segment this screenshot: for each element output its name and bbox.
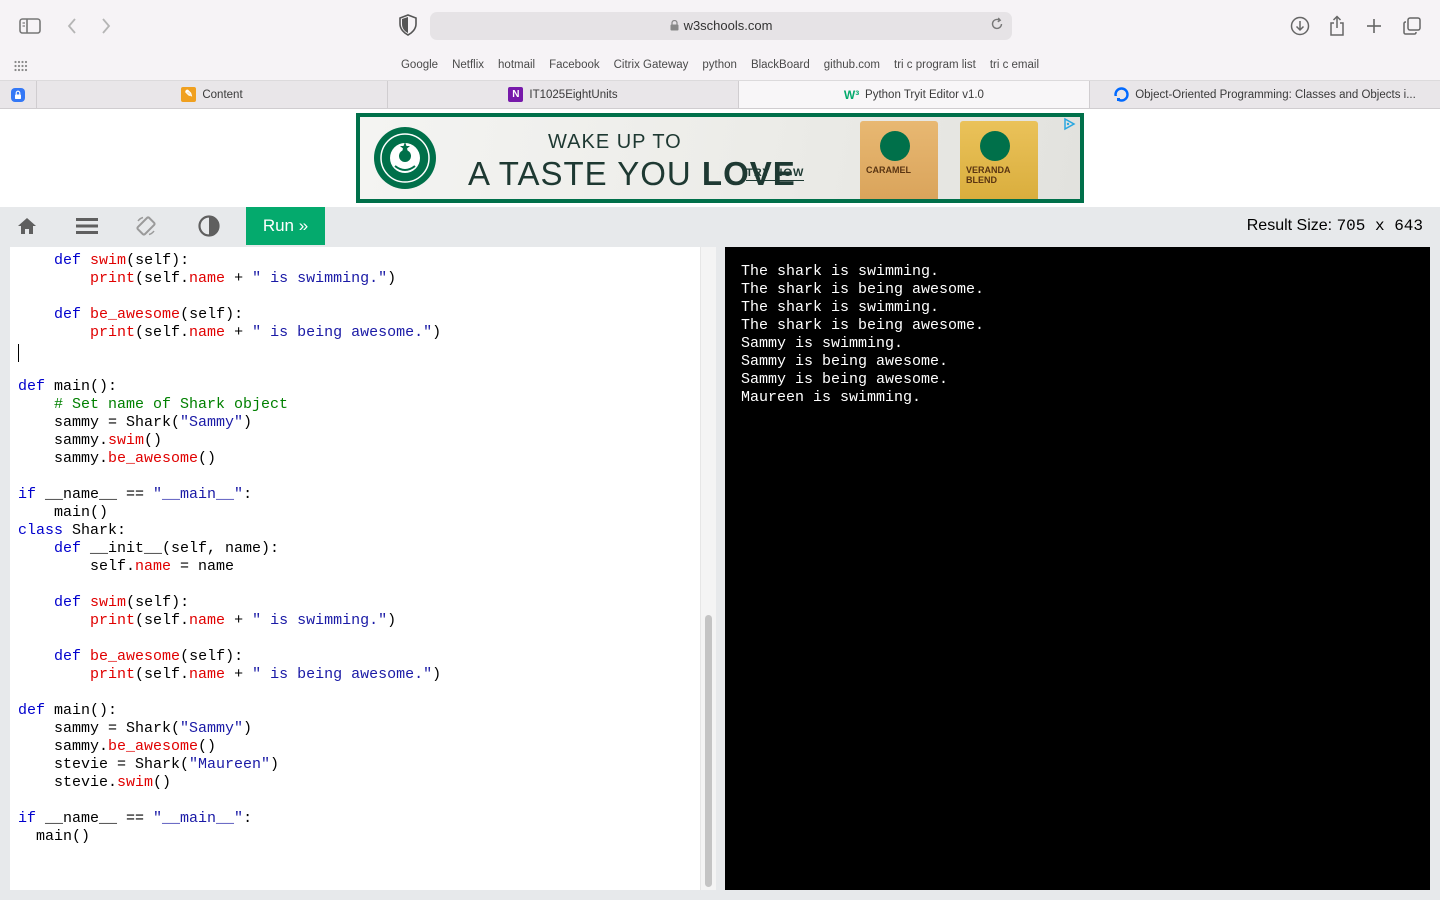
starbucks-logo-icon: [980, 131, 1010, 161]
code-line[interactable]: def main():: [18, 378, 117, 395]
tab-content[interactable]: ✎ Content: [37, 81, 388, 108]
adchoices-icon[interactable]: [1062, 117, 1078, 131]
code-text[interactable]: def swim(self): print(self.name + " is s…: [18, 252, 441, 846]
address-url: w3schools.com: [683, 18, 773, 33]
tab-label: Content: [202, 88, 243, 101]
ad-try-now-link[interactable]: TRY NOW: [746, 167, 805, 181]
code-line[interactable]: def main():: [18, 702, 117, 719]
code-editor[interactable]: def swim(self): print(self.name + " is s…: [10, 247, 715, 890]
bookmark-blackboard[interactable]: BlackBoard: [751, 59, 810, 71]
code-line[interactable]: def be_awesome(self):: [18, 648, 243, 665]
code-line[interactable]: def be_awesome(self):: [18, 306, 243, 323]
code-line[interactable]: print(self.name + " is swimming."): [18, 612, 396, 629]
digitalocean-icon: [1114, 87, 1129, 102]
tab-label: Python Tryit Editor v1.0: [865, 88, 984, 101]
code-line[interactable]: self.name = name: [18, 558, 234, 575]
new-tab-icon[interactable]: [1360, 12, 1388, 40]
output-line: The shark is swimming.: [741, 263, 940, 280]
downloads-icon[interactable]: [1286, 12, 1314, 40]
code-line[interactable]: class Shark:: [18, 522, 126, 539]
tab-overview-icon[interactable]: [1398, 12, 1426, 40]
bookmark-google[interactable]: Google: [401, 59, 438, 71]
code-line[interactable]: sammy.be_awesome(): [18, 738, 216, 755]
code-line[interactable]: if __name__ == "__main__":: [18, 810, 252, 827]
starbucks-ad-banner[interactable]: WAKE UP TO A TASTE YOU LOVE TRY NOW CARA…: [356, 113, 1084, 203]
lock-icon: [670, 19, 679, 34]
address-bar[interactable]: w3schools.com: [430, 12, 1012, 40]
tab-python-tryit[interactable]: W³ Python Tryit Editor v1.0: [739, 81, 1090, 108]
code-line[interactable]: print(self.name + " is swimming."): [18, 270, 396, 287]
ad-headline-prefix: A TASTE YOU: [468, 155, 702, 192]
bookmark-tri-c-email[interactable]: tri c email: [990, 59, 1039, 71]
tab-label: Object-Oriented Programming: Classes and…: [1135, 88, 1416, 101]
result-size-display: Result Size: 705 x 643: [1247, 217, 1423, 235]
caramel-coffee-bag: CARAMEL: [860, 121, 938, 199]
text-cursor: [18, 344, 19, 362]
content-favicon: ✎: [181, 87, 197, 102]
code-line[interactable]: main(): [18, 828, 90, 845]
code-line[interactable]: def __init__(self, name):: [18, 540, 279, 557]
output-line: Sammy is swimming.: [741, 335, 904, 352]
bookmark-citrix-gateway[interactable]: Citrix Gateway: [614, 59, 689, 71]
code-line[interactable]: sammy.be_awesome(): [18, 450, 216, 467]
code-line[interactable]: sammy = Shark("Sammy"): [18, 414, 252, 431]
veranda-coffee-bag: VERANDA BLEND: [960, 121, 1038, 199]
code-line[interactable]: print(self.name + " is being awesome."): [18, 324, 441, 341]
output-text: The shark is swimming. The shark is bein…: [741, 263, 984, 407]
w3schools-icon: W³: [843, 87, 860, 102]
home-icon[interactable]: [4, 207, 50, 245]
rotate-layout-icon[interactable]: [123, 207, 169, 245]
reload-icon[interactable]: [990, 17, 1006, 33]
tab-oop-article[interactable]: Object-Oriented Programming: Classes and…: [1090, 81, 1440, 108]
bookmarks-bar: Google Netflix hotmail Facebook Citrix Gatew…: [0, 52, 1440, 81]
code-line[interactable]: if __name__ == "__main__":: [18, 486, 252, 503]
tab-label: IT1025EightUnits: [529, 88, 618, 101]
bookmark-hotmail[interactable]: hotmail: [498, 59, 535, 71]
starbucks-logo-icon: [880, 131, 910, 161]
code-line[interactable]: print(self.name + " is being awesome."): [18, 666, 441, 683]
code-line[interactable]: stevie.swim(): [18, 774, 171, 791]
output-line: Sammy is being awesome.: [741, 371, 949, 388]
bag-label: CARAMEL: [866, 165, 911, 175]
share-icon[interactable]: [1323, 12, 1351, 40]
onenote-icon: N: [508, 87, 524, 102]
code-scrollbar[interactable]: [700, 247, 716, 890]
ad-headline-top: WAKE UP TO: [548, 131, 682, 153]
tab-it1025[interactable]: N IT1025EightUnits: [388, 81, 739, 108]
scrollbar-thumb[interactable]: [705, 615, 712, 887]
privacy-shield-icon[interactable]: [398, 14, 418, 38]
bookmark-python[interactable]: python: [702, 59, 737, 71]
code-line[interactable]: sammy.swim(): [18, 432, 162, 449]
back-icon[interactable]: [58, 12, 86, 40]
dark-mode-icon[interactable]: [186, 207, 232, 245]
bookmark-tri-c-program-list[interactable]: tri c program list: [894, 59, 976, 71]
menu-icon[interactable]: [64, 207, 110, 245]
output-line: Sammy is being awesome.: [741, 353, 949, 370]
bookmark-github[interactable]: github.com: [824, 59, 880, 71]
bag-label: VERANDA BLEND: [966, 165, 1011, 185]
forward-icon[interactable]: [92, 12, 120, 40]
output-line: The shark is being awesome.: [741, 281, 985, 298]
code-line[interactable]: def swim(self):: [18, 594, 189, 611]
result-size-value: 705 x 643: [1336, 217, 1423, 235]
output-line: The shark is swimming.: [741, 299, 940, 316]
code-line[interactable]: stevie = Shark("Maureen"): [18, 756, 279, 773]
bookmark-facebook[interactable]: Facebook: [549, 59, 600, 71]
output-line: Maureen is swimming.: [741, 389, 922, 406]
starbucks-logo-icon: [374, 127, 436, 189]
code-line[interactable]: sammy = Shark("Sammy"): [18, 720, 252, 737]
code-line[interactable]: def swim(self):: [18, 252, 189, 269]
result-output-pane: The shark is swimming. The shark is bein…: [725, 247, 1430, 890]
private-tab-lock-icon[interactable]: [0, 81, 37, 108]
run-button[interactable]: Run »: [246, 207, 325, 245]
tab-bar: ✎ Content N IT1025EightUnits W³ Python Tryi…: [0, 81, 1440, 109]
editor-toolbar: Run » Result Size: 705 x 643: [0, 207, 1440, 245]
result-size-label: Result Size:: [1246, 217, 1333, 234]
browser-toolbar: w3schools.com: [0, 0, 1440, 52]
bookmark-netflix[interactable]: Netflix: [452, 59, 484, 71]
code-line[interactable]: main(): [18, 504, 108, 521]
sidebar-toggle-icon[interactable]: [16, 12, 44, 40]
code-line[interactable]: # Set name of Shark object: [18, 396, 288, 413]
output-line: The shark is being awesome.: [741, 317, 985, 334]
